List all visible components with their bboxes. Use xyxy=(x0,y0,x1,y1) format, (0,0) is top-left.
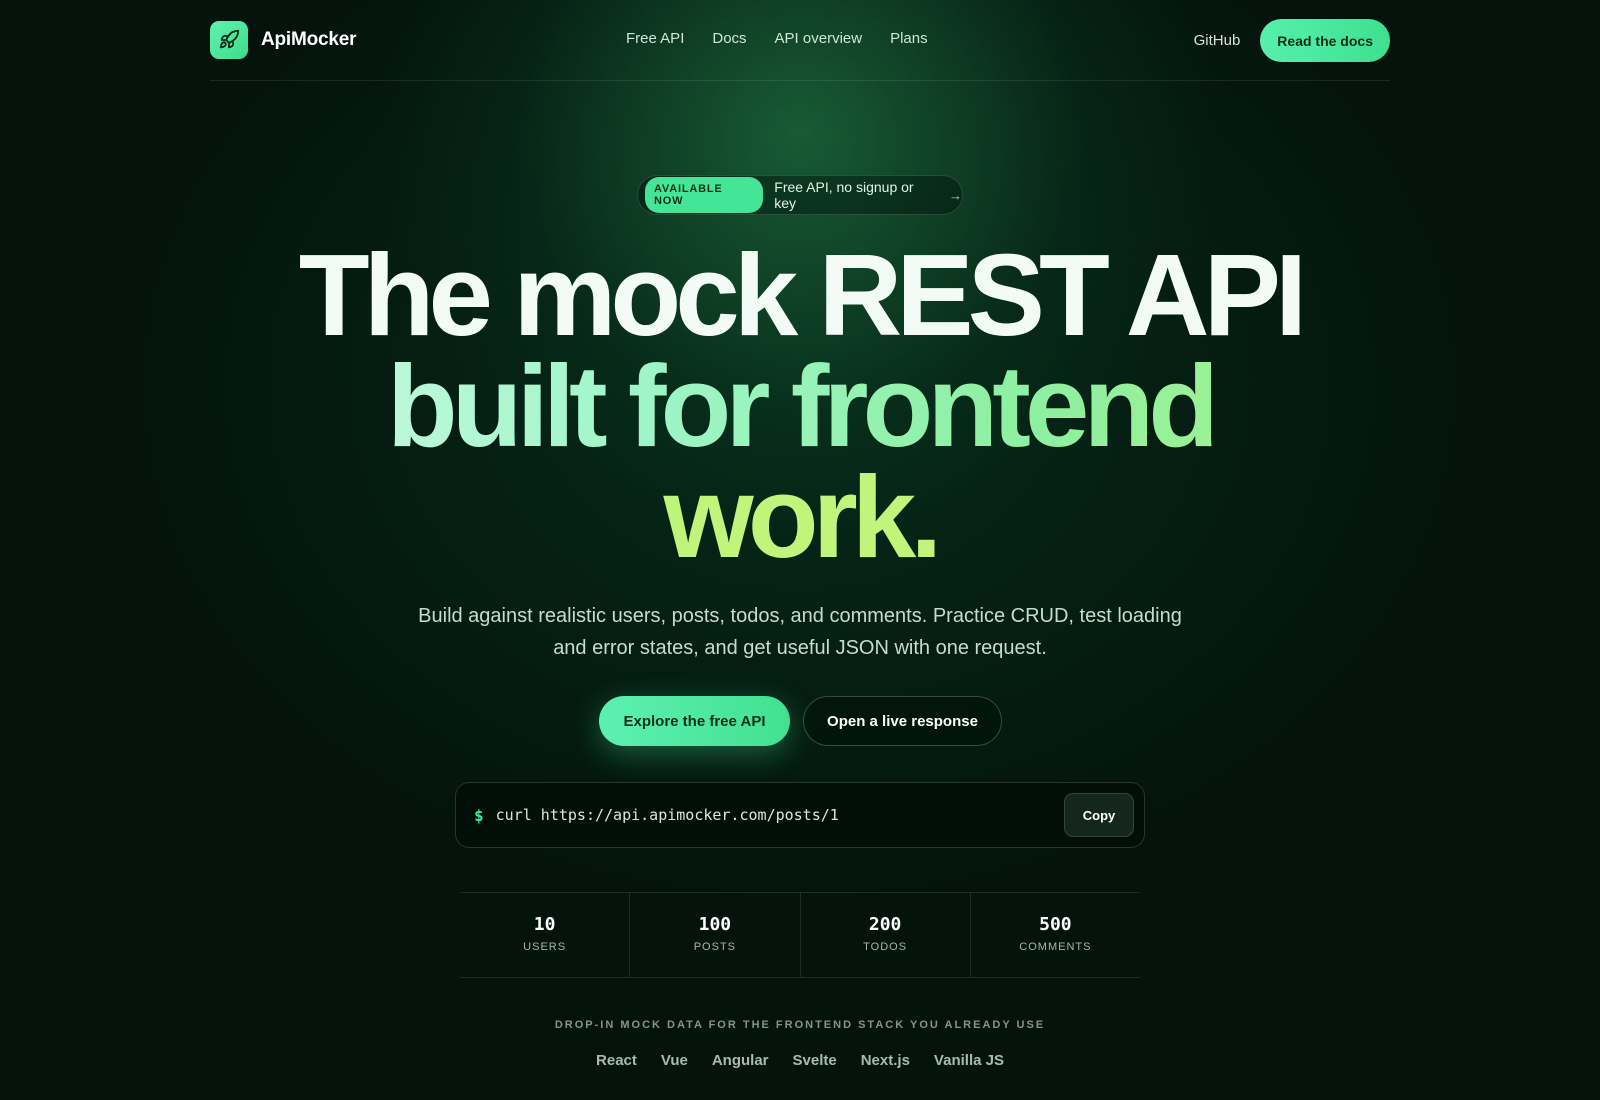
announcement-pill[interactable]: AVAILABLE NOW Free API, no signup or key… xyxy=(637,175,963,215)
stat-users: 10 USERS xyxy=(460,893,629,977)
announcement-text: Free API, no signup or key xyxy=(774,179,914,211)
rocket-icon xyxy=(210,21,248,59)
available-badge: AVAILABLE NOW xyxy=(645,177,764,213)
arrow-right-icon: → xyxy=(949,187,962,203)
stat-label: USERS xyxy=(523,941,567,953)
stack-caption: DROP-IN MOCK DATA FOR THE FRONTEND STACK… xyxy=(554,1019,1046,1031)
stat-value: 10 xyxy=(533,914,556,935)
stack-item-angular: Angular xyxy=(711,1052,769,1069)
stack-item-react: React xyxy=(596,1052,637,1069)
hero-headline: The mock REST API built for frontend wor… xyxy=(0,230,1600,575)
stack-item-vue: Vue xyxy=(660,1052,688,1069)
stack-item-svelte: Svelte xyxy=(792,1052,837,1069)
github-link[interactable]: GitHub xyxy=(1194,32,1241,49)
hero-subtitle: Build against realistic users, posts, to… xyxy=(418,605,1182,659)
nav-link-docs[interactable]: Docs xyxy=(712,30,746,47)
stack-item-nextjs: Next.js xyxy=(860,1052,910,1069)
copy-button[interactable]: Copy xyxy=(1064,793,1134,837)
headline-line-2: built for frontend xyxy=(0,348,1600,464)
nav-link-api-overview[interactable]: API overview xyxy=(775,30,863,47)
nav-actions: GitHub Read the docs xyxy=(1194,19,1390,62)
nav-link-free-api[interactable]: Free API xyxy=(626,30,684,47)
curl-command-box: $ curl https://api.apimocker.com/posts/1… xyxy=(455,782,1145,848)
open-live-response-button[interactable]: Open a live response xyxy=(803,696,1002,746)
stat-label: TODOS xyxy=(863,941,908,953)
stat-value: 500 xyxy=(1039,914,1072,935)
stack-list: React Vue Angular Svelte Next.js Vanilla… xyxy=(0,1052,1600,1069)
stat-posts: 100 POSTS xyxy=(629,893,799,977)
stat-todos: 200 TODOS xyxy=(799,893,970,977)
headline-line-3: work. xyxy=(0,459,1600,575)
headline-line-1: The mock REST API xyxy=(298,230,1307,360)
stat-value: 200 xyxy=(868,914,902,935)
stats-bar: 10 USERS 100 POSTS 200 TODOS 500 COMMENT… xyxy=(460,892,1140,978)
stat-value: 100 xyxy=(698,914,732,935)
nav-links: Free API Docs API overview Plans xyxy=(626,30,928,47)
curl-command[interactable]: curl https://api.apimocker.com/posts/1 xyxy=(496,806,839,824)
stack-item-vanilla-js: Vanilla JS xyxy=(933,1052,1004,1069)
stat-comments: 500 COMMENTS xyxy=(969,893,1140,977)
read-docs-button[interactable]: Read the docs xyxy=(1260,19,1390,62)
stat-label: POSTS xyxy=(693,941,737,953)
explore-free-api-button[interactable]: Explore the free API xyxy=(599,696,790,746)
stat-label: COMMENTS xyxy=(1019,941,1092,953)
brand-name: ApiMocker xyxy=(261,29,357,50)
shell-prompt: $ xyxy=(474,805,484,825)
nav-link-plans[interactable]: Plans xyxy=(890,30,928,47)
cta-row: Explore the free API Open a live respons… xyxy=(599,696,1002,746)
brand-logo[interactable]: ApiMocker xyxy=(210,21,357,59)
top-nav: ApiMocker Free API Docs API overview Pla… xyxy=(210,0,1390,81)
